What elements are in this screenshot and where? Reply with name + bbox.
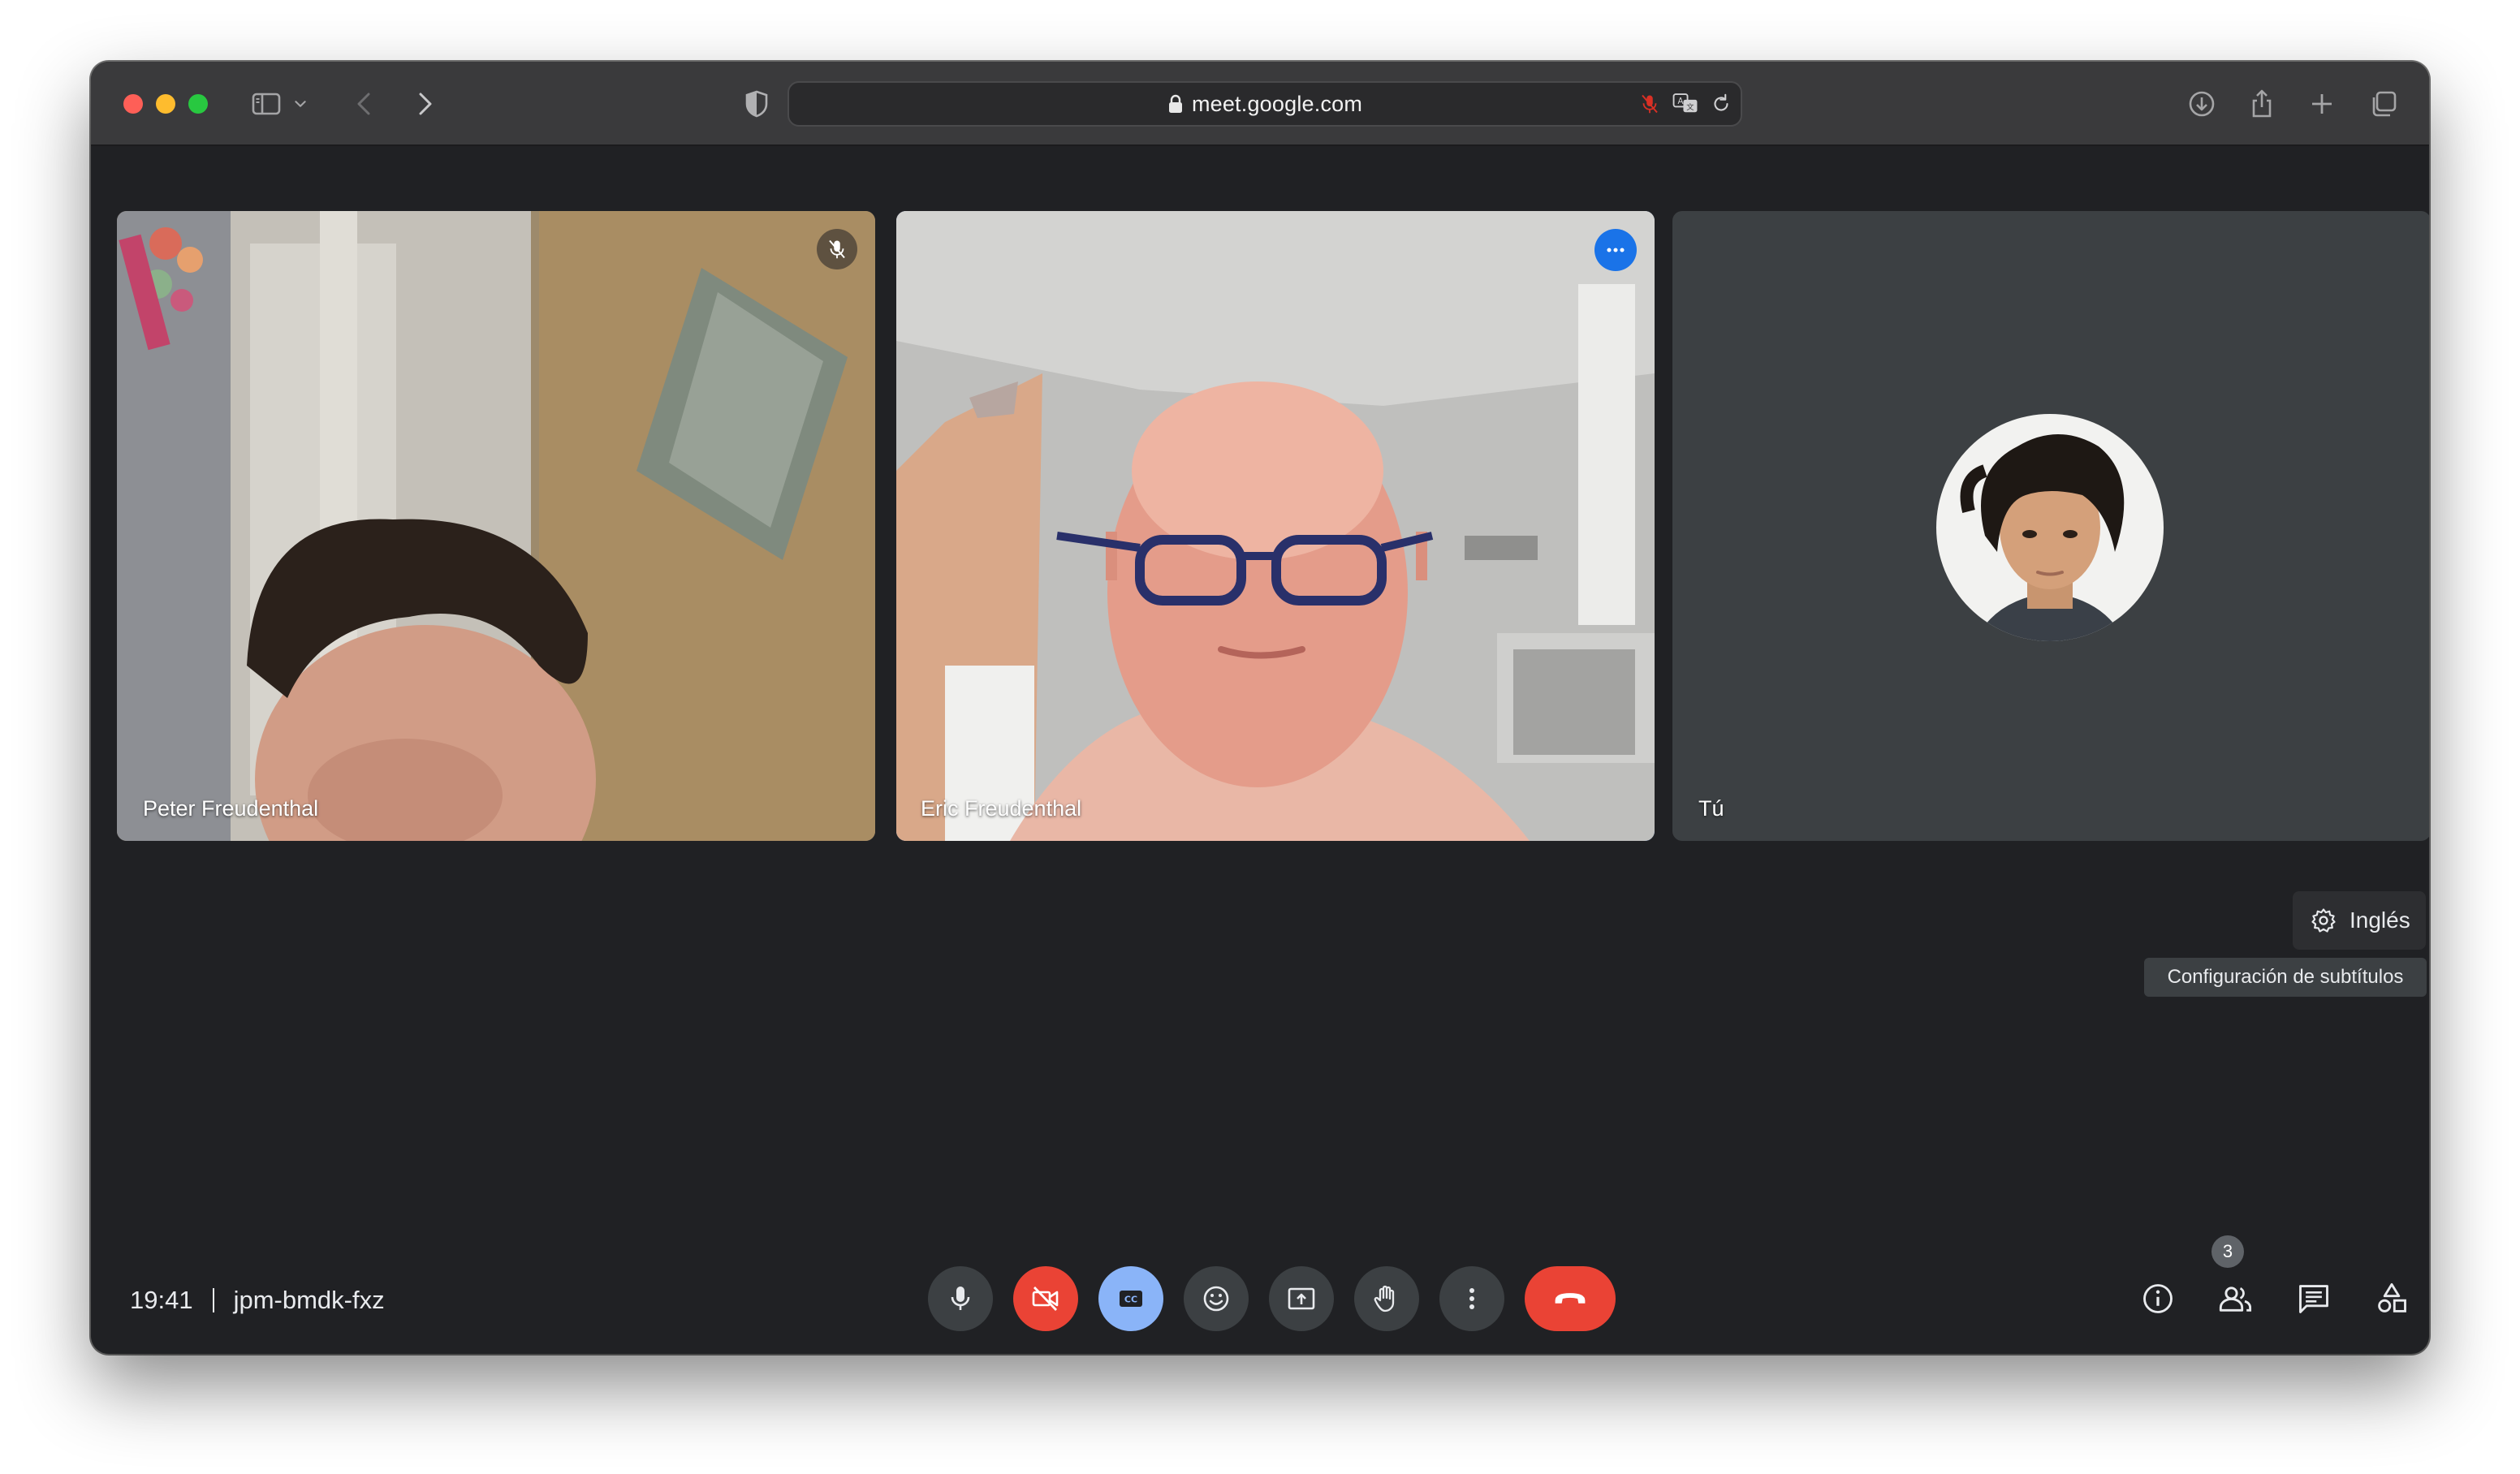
chat-button[interactable]: [2281, 1266, 2346, 1331]
mic-muted-icon[interactable]: [1633, 88, 1666, 120]
plus-icon[interactable]: [2301, 83, 2343, 125]
browser-toolbar: meet.google.com A文: [91, 62, 2429, 146]
microphone-button[interactable]: [928, 1266, 993, 1331]
emoji-icon: [1203, 1286, 1229, 1312]
emoji-reaction-button[interactable]: [1184, 1266, 1249, 1331]
download-icon[interactable]: [2181, 83, 2223, 125]
zoom-window-button[interactable]: [188, 94, 208, 114]
people-icon: [2219, 1287, 2252, 1312]
mic-icon: [951, 1287, 970, 1310]
hangup-icon: [1555, 1293, 1586, 1304]
participant-name: Tú: [1698, 796, 1724, 821]
caption-language-button[interactable]: Inglés: [2293, 891, 2426, 950]
camera-off-icon: [1032, 1287, 1059, 1311]
sidebar-icon[interactable]: [245, 83, 287, 125]
reload-icon[interactable]: [1705, 88, 1737, 120]
caption-settings-tooltip: Configuración de subtítulos: [2144, 958, 2427, 997]
more-options-icon: [1469, 1288, 1474, 1309]
people-count-badge: 3: [2211, 1235, 2244, 1268]
share-icon[interactable]: [2241, 83, 2283, 125]
url-display: meet.google.com: [789, 83, 1741, 125]
address-bar[interactable]: meet.google.com A文: [788, 81, 1742, 127]
camera-button[interactable]: [1013, 1266, 1078, 1331]
raise-hand-icon: [1374, 1285, 1395, 1312]
activities-button[interactable]: [2359, 1266, 2424, 1331]
participant-video: [896, 211, 1655, 841]
chevron-down-icon[interactable]: [286, 83, 315, 125]
svg-text:CC: CC: [1124, 1295, 1137, 1305]
back-icon[interactable]: [344, 83, 386, 125]
meeting-info: 19:41 jpm-bmdk-fxz: [130, 1281, 385, 1320]
participant-name: Peter Freudenthal: [143, 796, 319, 821]
captions-icon: CC: [1120, 1291, 1142, 1307]
meeting-info-divider: [212, 1288, 214, 1312]
minimize-window-button[interactable]: [156, 94, 175, 114]
avatar: [1936, 414, 2164, 641]
more-options-button[interactable]: [1439, 1266, 1504, 1331]
forward-icon[interactable]: [403, 83, 445, 125]
captions-button[interactable]: CC: [1098, 1266, 1163, 1331]
mic-off-icon: [829, 239, 845, 259]
participant-video: [117, 211, 875, 841]
leave-call-button[interactable]: [1525, 1266, 1616, 1331]
close-window-button[interactable]: [123, 94, 143, 114]
tabs-icon[interactable]: [2362, 83, 2405, 125]
participant-tile-eric[interactable]: Eric Freudenthal: [896, 211, 1655, 841]
lock-icon: [1168, 94, 1182, 113]
activities-icon: [2378, 1282, 2406, 1312]
people-button[interactable]: [2203, 1266, 2268, 1331]
participant-tile-self[interactable]: Tú: [1672, 211, 2429, 841]
svg-text:A: A: [1678, 97, 1684, 106]
participant-muted-badge: [817, 229, 857, 269]
browser-window: meet.google.com A文 Peter Freudenthal Eri…: [91, 62, 2429, 1354]
meeting-code[interactable]: jpm-bmdk-fxz: [234, 1281, 385, 1320]
participant-name: Eric Freudenthal: [921, 796, 1082, 821]
translate-icon[interactable]: A文: [1669, 88, 1702, 120]
shield-icon[interactable]: [736, 83, 778, 125]
url-text: meet.google.com: [1191, 92, 1363, 116]
info-icon: [2143, 1284, 2173, 1313]
svg-text:文: 文: [1686, 102, 1694, 112]
meeting-time: 19:41: [130, 1286, 193, 1314]
caption-language-label: Inglés: [2350, 907, 2410, 933]
gear-icon: [2311, 908, 2336, 933]
meeting-details-button[interactable]: [2125, 1266, 2190, 1331]
chat-icon: [2299, 1285, 2328, 1313]
more-horizontal-icon: [1607, 248, 1625, 252]
participant-tile-peter[interactable]: Peter Freudenthal: [117, 211, 875, 841]
present-icon: [1288, 1287, 1315, 1310]
more-options-badge[interactable]: [1594, 229, 1637, 271]
raise-hand-button[interactable]: [1354, 1266, 1419, 1331]
present-button[interactable]: [1269, 1266, 1334, 1331]
